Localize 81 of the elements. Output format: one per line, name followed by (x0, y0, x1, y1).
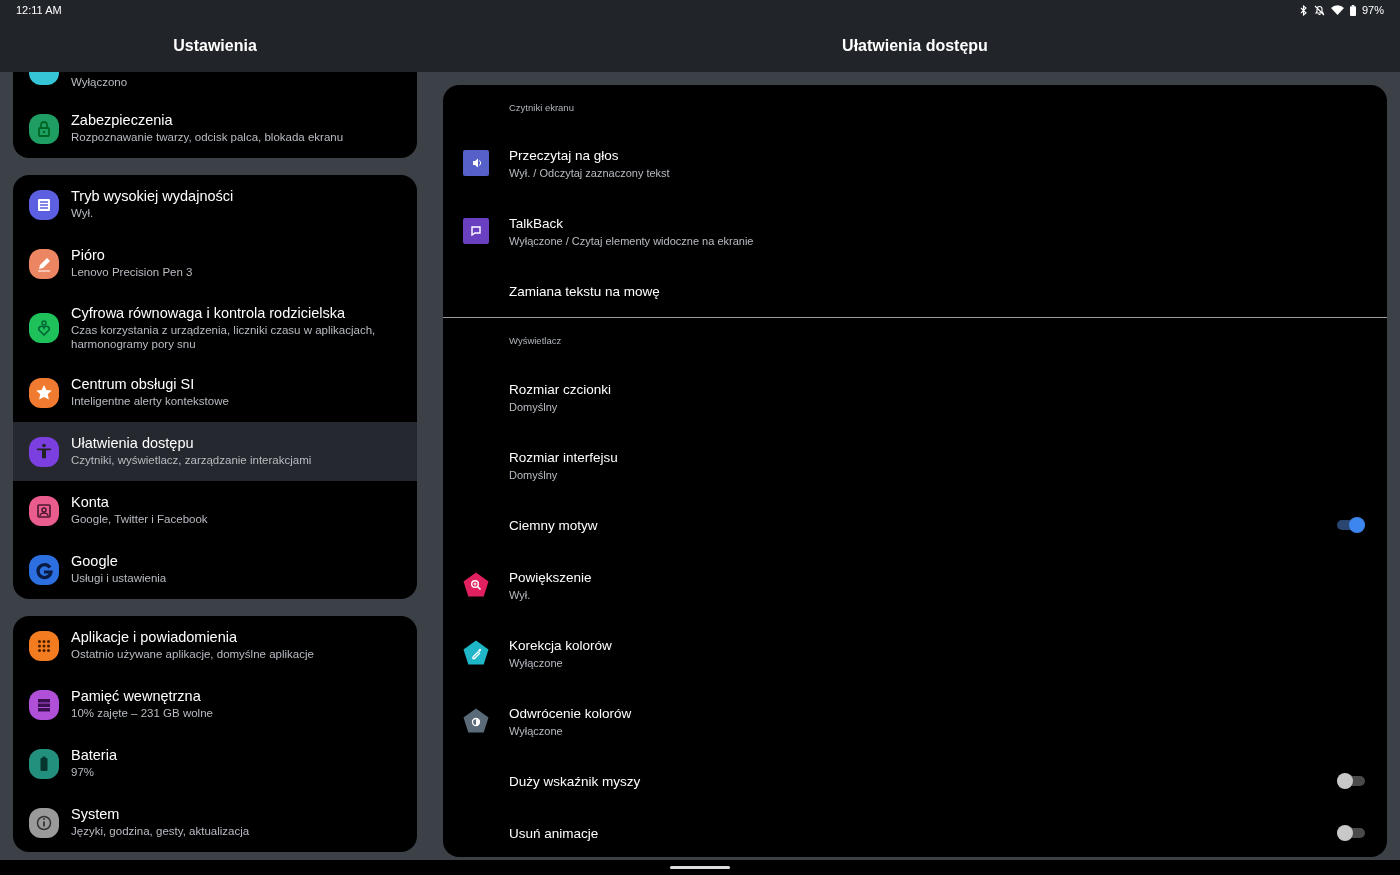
item-subtitle: 10% zajęte – 231 GB wolne (71, 707, 213, 721)
bell-off-icon (1313, 4, 1325, 16)
settings-row[interactable]: Powiększenie Wył. (443, 551, 1387, 619)
row-subtitle: Wyłączone (509, 724, 564, 737)
settings-item[interactable]: Ułatwienia dostępu Czytniki, wyświetlacz, zarządzanie interakcjami (13, 422, 417, 481)
item-subtitle: Wyłączono (71, 75, 128, 89)
item-subtitle: Ostatnio używane aplikacje, domyślne aplikacje (71, 648, 314, 662)
row-title: Zamiana tekstu na mowę (509, 283, 661, 299)
item-subtitle: Google, Twitter i Facebook (71, 513, 208, 527)
battery-icon (1349, 4, 1356, 16)
settings-row[interactable]: Ciemny motyw (443, 499, 1387, 551)
row-subtitle: Wyłączone (509, 656, 564, 669)
settings-item[interactable]: Aplikacje i powiadomienia Ostatnio używane aplikacje, domyślne aplikacje (13, 616, 417, 675)
section-header: Wyświetlacz (509, 335, 562, 346)
row-title: Odwrócenie kolorów (509, 705, 633, 721)
settings-row[interactable]: Duży wskaźnik myszy (443, 755, 1387, 807)
settings-item[interactable]: Pamięć wewnętrzna 10% zajęte – 231 GB wolne (13, 675, 417, 734)
item-subtitle: Czas korzystania z urządzenia, liczniki czasu w aplikacjach, harmonogramy pory snu (71, 324, 377, 351)
item-subtitle: Wył. (71, 207, 95, 221)
settings-item[interactable]: Konta Google, Twitter i Facebook (13, 481, 417, 540)
item-title: Centrum obsługi SI (71, 376, 196, 393)
settings-item[interactable]: Cyfrowa równowaga i kontrola rodzicielska Czas korzystania z urządzenia, liczniki czasu w aplikacjach, harmonogramy pory snu (13, 293, 417, 363)
settings-row[interactable]: Przeczytaj na głos Wył. / Odczytaj zaznaczony tekst (443, 129, 1387, 197)
section-header: Czytniki ekranu (509, 101, 574, 113)
item-title: Konta (71, 494, 110, 511)
item-title: Aplikacje i powiadomienia (71, 629, 239, 646)
status-time: 12:11 AM (16, 4, 62, 16)
row-title: Powiększenie (509, 569, 593, 585)
item-subtitle: 97% (71, 766, 96, 780)
settings-item[interactable]: Bateria 97% (13, 734, 417, 793)
row-title: Korekcja kolorów (509, 637, 613, 653)
settings-item[interactable]: Tryb wysokiej wydajności Wył. (13, 175, 417, 234)
toggle-switch[interactable] (1337, 771, 1365, 791)
row-subtitle: Wył. (509, 588, 532, 601)
sidebar-title: Ustawienia (173, 37, 257, 55)
item-subtitle: Lenovo Precision Pen 3 (71, 266, 193, 280)
item-title: Bateria (71, 747, 117, 764)
settings-item[interactable]: Centrum obsługi SI Inteligentne alerty kontekstowe (13, 363, 417, 422)
row-title: Ciemny motyw (509, 517, 599, 533)
row-subtitle: Wyłączone / Czytaj elementy widoczne na ekranie (509, 234, 755, 247)
row-subtitle: Wył. / Odczytaj zaznaczony tekst (509, 166, 671, 179)
row-title: Rozmiar czcionki (509, 381, 613, 397)
item-subtitle: Rozpoznawanie twarzy, odcisk palca, blokada ekranu (71, 131, 344, 145)
item-subtitle: Języki, godzina, gesty, aktualizacja (71, 825, 250, 839)
item-title: Tryb wysokiej wydajności (71, 188, 234, 205)
row-title: Duży wskaźnik myszy (509, 773, 642, 789)
item-subtitle: Usługi i ustawienia (71, 572, 167, 586)
settings-row[interactable]: Usuń animacje (443, 807, 1387, 857)
page-title: Ułatwienia dostępu (842, 37, 988, 55)
home-handle[interactable] (670, 866, 730, 869)
battery-percent: 97% (1361, 4, 1384, 16)
item-title: Pamięć wewnętrzna (71, 688, 202, 705)
settings-item[interactable]: Zabezpieczenia Rozpoznawanie twarzy, odcisk palca, blokada ekranu (13, 99, 417, 158)
toggle-switch[interactable] (1337, 823, 1365, 843)
settings-row[interactable]: Rozmiar czcionki Domyślny (443, 363, 1387, 431)
item-title: Zabezpieczenia (71, 112, 174, 129)
settings-item[interactable]: Google Usługi i ustawienia (13, 540, 417, 599)
settings-row[interactable]: TalkBack Wyłączone / Czytaj elementy widoczne na ekranie (443, 197, 1387, 265)
settings-row[interactable]: Rozmiar interfejsu Domyślny (443, 431, 1387, 499)
item-subtitle: Czytniki, wyświetlacz, zarządzanie interakcjami (71, 454, 312, 468)
row-title: Usuń animacje (509, 825, 600, 841)
settings-item[interactable]: Pióro Lenovo Precision Pen 3 (13, 234, 417, 293)
toggle-switch[interactable] (1337, 515, 1365, 535)
row-subtitle: Domyślny (509, 400, 559, 413)
settings-item[interactable]: System Języki, godzina, gesty, aktualizacja (13, 793, 417, 852)
settings-row[interactable]: Zamiana tekstu na mowę (443, 265, 1387, 317)
settings-row[interactable]: Korekcja kolorów Wyłączone (443, 619, 1387, 687)
item-title: Google (71, 553, 119, 570)
wifi-icon (1330, 5, 1344, 15)
row-title: Przeczytaj na głos (509, 147, 620, 163)
item-title: Pióro (71, 247, 106, 264)
row-title: TalkBack (509, 215, 565, 231)
item-title: Cyfrowa równowaga i kontrola rodzicielska (71, 305, 346, 322)
settings-item[interactable]: Wyłączono (13, 72, 417, 99)
bluetooth-icon (1299, 4, 1308, 16)
item-subtitle: Inteligentne alerty kontekstowe (71, 395, 229, 409)
item-title: Ułatwienia dostępu (71, 435, 195, 452)
settings-row[interactable]: Odwrócenie kolorów Wyłączone (443, 687, 1387, 755)
row-title: Rozmiar interfejsu (509, 449, 619, 465)
item-title: System (71, 806, 121, 823)
row-subtitle: Domyślny (509, 468, 559, 481)
